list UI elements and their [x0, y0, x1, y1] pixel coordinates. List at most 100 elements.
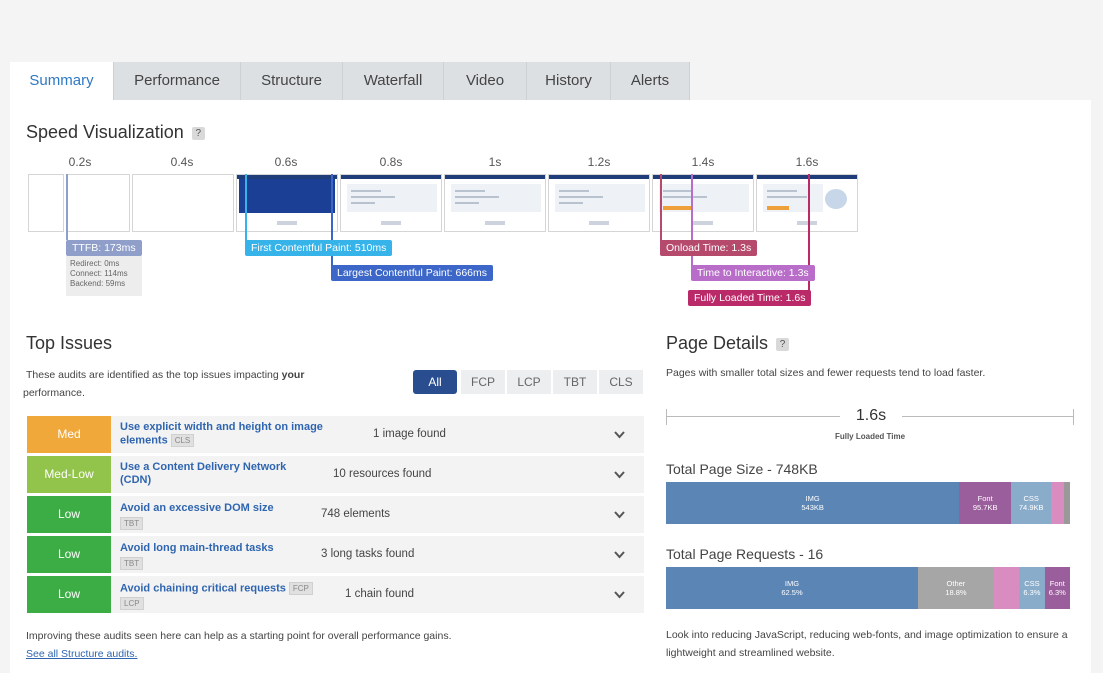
tab-history[interactable]: History — [527, 62, 611, 100]
page-size-bar: IMG 543KB Font 95.7KB CSS 74.9KB — [666, 482, 1070, 524]
help-icon[interactable]: ? — [191, 126, 205, 140]
issue-row[interactable]: Low Avoid chaining critical requests FCP … — [27, 576, 644, 613]
filter-tbt[interactable]: TBT — [553, 370, 597, 394]
bar-segment[interactable] — [1063, 482, 1070, 524]
tab-structure[interactable]: Structure — [241, 62, 343, 100]
ttfb-connect: Connect: 114ms — [70, 269, 128, 278]
bar-segment-other[interactable]: Other 18.8% — [918, 567, 994, 609]
severity-badge: Med — [27, 416, 111, 453]
time-label: 1.6s — [795, 155, 819, 169]
issue-tag: TBT — [120, 557, 144, 570]
time-label: 0.6s — [274, 155, 298, 169]
segment-label: CSS — [1024, 579, 1040, 588]
total-page-size-heading: Total Page Size - 748KB — [666, 461, 818, 477]
issue-row[interactable]: Low Avoid long main-thread tasks TBT 3 l… — [27, 536, 644, 573]
ttfb-backend: Backend: 59ms — [70, 279, 126, 288]
segment-label: IMG — [784, 579, 800, 588]
severity-badge: Low — [27, 496, 111, 533]
filmstrip-frame[interactable] — [340, 174, 442, 232]
report-tabs: Summary Performance Structure Waterfall … — [10, 62, 690, 100]
issue-title-text: Use a Content Delivery Network — [120, 461, 287, 473]
ttfb-badge: TTFB: 173ms — [66, 240, 142, 256]
filter-lcp[interactable]: LCP — [507, 370, 551, 394]
fcp-marker-line — [245, 174, 247, 248]
filmstrip-frame[interactable] — [756, 174, 858, 232]
segment-value: 95.7KB — [972, 503, 998, 512]
filmstrip-frame-fcp[interactable] — [236, 174, 338, 232]
bar-segment[interactable] — [993, 567, 1020, 609]
page-details-footer: Look into reducing JavaScript, reducing … — [666, 629, 1068, 659]
time-label: 1.4s — [691, 155, 715, 169]
segment-label: IMG — [805, 494, 820, 503]
issue-title-text: Avoid chaining critical requests — [120, 582, 286, 595]
ttfb-details: Redirect: 0ms Connect: 114ms Backend: 59… — [66, 256, 142, 296]
page-requests-bar: IMG 62.5% Other 18.8% CSS 6.3% Font 6.3% — [666, 567, 1070, 609]
tab-video[interactable]: Video — [444, 62, 527, 100]
top-issues-heading: Top Issues — [26, 333, 113, 353]
bar-segment-img[interactable]: IMG 62.5% — [666, 567, 919, 609]
filmstrip-frame[interactable] — [548, 174, 650, 232]
desc-text: performance — [23, 387, 82, 399]
bar-segment-font[interactable]: Font 95.7KB — [959, 482, 1011, 524]
desc-text: These audits are identified as the top i… — [26, 369, 282, 381]
top-issues-description: These audits are identified as the top i… — [23, 366, 346, 402]
filter-cls[interactable]: CLS — [599, 370, 643, 394]
segment-value: 6.3% — [1048, 588, 1066, 597]
issue-title-text: (CDN) — [120, 474, 152, 486]
filmstrip-frame-blank[interactable] — [66, 174, 130, 232]
tab-summary[interactable]: Summary — [10, 62, 114, 100]
filmstrip-frame-blank[interactable] — [28, 174, 64, 232]
issue-title-text: elements — [120, 434, 168, 447]
issue-tagline: TBT — [120, 517, 144, 530]
onload-badge: Onload Time: 1.3s — [660, 240, 758, 256]
filter-fcp[interactable]: FCP — [461, 370, 505, 394]
filmstrip-frame[interactable] — [444, 174, 546, 232]
issue-title[interactable]: Avoid chaining critical requests FCP — [120, 582, 313, 595]
bar-segment-css[interactable]: CSS 6.3% — [1019, 567, 1045, 609]
desc-bold: your — [281, 369, 305, 381]
issue-count: 748 elements — [321, 508, 391, 520]
segment-label: Font — [1049, 579, 1065, 588]
issue-title-text: Use explicit width and height on image — [120, 421, 323, 433]
segment-label: Font — [977, 494, 993, 503]
lcp-marker-line — [331, 174, 333, 274]
tab-waterfall[interactable]: Waterfall — [343, 62, 444, 100]
ttfb-marker-line — [66, 174, 68, 240]
fully-loaded-label: Fully Loaded Time — [834, 432, 906, 441]
tti-badge: Time to Interactive: 1.3s — [691, 265, 815, 281]
filter-all[interactable]: All — [413, 370, 457, 394]
issue-title[interactable]: Avoid an excessive DOM size — [120, 502, 274, 515]
time-label: 1s — [488, 155, 502, 169]
filmstrip-frame[interactable] — [652, 174, 754, 232]
issue-title[interactable]: Avoid long main-thread tasks — [120, 542, 274, 555]
chevron-down-icon[interactable] — [612, 467, 627, 482]
severity-badge: Low — [27, 576, 111, 613]
help-icon[interactable]: ? — [776, 337, 790, 351]
see-all-structure-audits-link[interactable]: See all Structure audits. — [26, 648, 137, 660]
issue-row[interactable]: Med Use explicit width and height on ima… — [27, 416, 644, 453]
onload-marker-line — [660, 174, 662, 248]
filmstrip-frame-blank[interactable] — [132, 174, 234, 232]
desc-text: . — [81, 387, 85, 399]
tab-performance[interactable]: Performance — [114, 62, 241, 100]
issue-row[interactable]: Med-Low Use a Content Delivery Network (C… — [27, 456, 644, 493]
bar-segment-font[interactable]: Font 6.3% — [1044, 567, 1070, 609]
issue-tag: TBT — [120, 517, 144, 530]
chevron-down-icon[interactable] — [612, 587, 627, 602]
issue-title[interactable]: Use explicit width and height on image el… — [120, 421, 323, 447]
chevron-down-icon[interactable] — [612, 507, 627, 522]
issue-title[interactable]: Use a Content Delivery Network (CDN) — [120, 461, 286, 487]
segment-value: 74.9KB — [1018, 503, 1044, 512]
fully-loaded-badge: Fully Loaded Time: 1.6s — [688, 290, 812, 306]
segment-value: 6.3% — [1023, 588, 1041, 597]
bar-segment-css[interactable]: CSS 74.9KB — [1011, 482, 1052, 524]
chevron-down-icon[interactable] — [612, 547, 627, 562]
issue-row[interactable]: Low Avoid an excessive DOM size TBT 748 … — [27, 496, 644, 533]
issue-count: 1 image found — [373, 428, 446, 440]
segment-label: Other — [946, 579, 966, 588]
bar-segment-img[interactable]: IMG 543KB — [666, 482, 960, 524]
chevron-down-icon[interactable] — [612, 427, 627, 442]
segment-value: 543KB — [801, 503, 824, 512]
tab-alerts[interactable]: Alerts — [611, 62, 690, 100]
bar-segment[interactable] — [1051, 482, 1064, 524]
